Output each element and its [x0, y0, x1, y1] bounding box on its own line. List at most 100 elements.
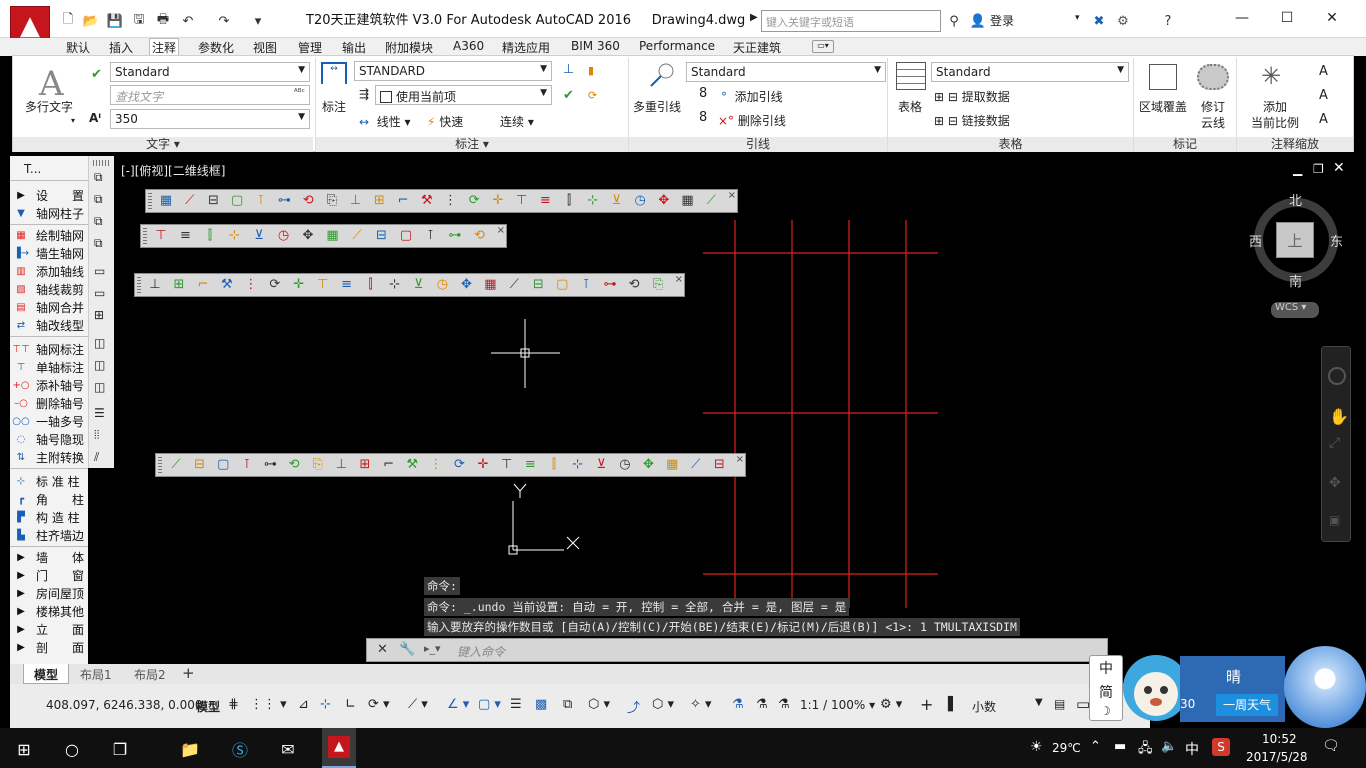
tray-expand-icon[interactable]: ⌃ [1090, 739, 1101, 754]
toolbar-grip-icon[interactable] [158, 457, 162, 473]
remove-leader-button[interactable]: ×° 删除引线 [718, 112, 786, 129]
ime-simplified-mode[interactable]: 简 [1099, 682, 1113, 702]
find-text-input[interactable]: 查找文字 ᴬᴮᶜ [110, 85, 310, 105]
palette-item-draw-axis-grid[interactable]: ▦ 绘制轴网 [10, 226, 88, 244]
palette-item-merge-axis[interactable]: ▤ 轴网合并 [10, 298, 88, 316]
toolbar-tool-icon[interactable]: ▢ [398, 228, 414, 244]
multiline-text-button[interactable]: 多行文字 [25, 98, 73, 115]
toolbar-tool-icon[interactable]: ⚒ [404, 457, 420, 473]
toolbar-tool-icon[interactable]: ◷ [617, 457, 633, 473]
dimension-panel-title[interactable]: 标注 ▾ [316, 137, 628, 152]
palette-tool-4-icon[interactable]: ⧉ [94, 236, 103, 251]
palette-tool-6-icon[interactable]: ▭ [94, 286, 105, 300]
orbit-icon[interactable]: ✥ [1329, 475, 1341, 491]
help-icon[interactable]: ? [1158, 11, 1178, 31]
toolbar-tool-icon[interactable]: ⊹ [227, 228, 243, 244]
continue-dim-button[interactable]: 连续 ▾ [500, 113, 534, 130]
toolbar-grip-icon[interactable] [137, 277, 141, 293]
annotation-monitor-icon[interactable]: + [920, 695, 933, 714]
autodesk-360-icon[interactable]: ⚙ [1113, 11, 1133, 31]
toolbar-tool-icon[interactable]: ⚒ [219, 277, 235, 293]
scale-tool-1-icon[interactable]: A [1319, 64, 1328, 79]
add-scale-line-1[interactable]: 添加 [1263, 98, 1287, 115]
palette-item-add-axis-number[interactable]: +○ 添补轴号 [10, 376, 88, 394]
tab-addins[interactable]: 附加模块 [383, 39, 435, 56]
link-data-button[interactable]: ⊞ ⊟ 链接数据 [934, 112, 1010, 129]
units-dropdown-arrow-icon[interactable]: ▼ [1035, 697, 1043, 708]
palette-item-change-linetype[interactable]: ⇄ 轴改线型 [10, 316, 88, 334]
autocad-taskbar-button[interactable]: ▲ [322, 728, 356, 768]
toolbar-tool-icon[interactable]: ⊹ [585, 193, 601, 209]
tab-model[interactable]: 模型 [23, 664, 70, 684]
toolbar-tool-icon[interactable]: ▢ [215, 457, 231, 473]
text-style-dropdown[interactable]: Standard ▼ [110, 62, 310, 82]
snap-mode-icon[interactable]: ⋮⋮ ▾ [250, 697, 287, 712]
cortana-search-icon[interactable]: ○ [60, 737, 84, 761]
toolbar-tool-icon[interactable]: ⊻ [593, 457, 609, 473]
zoom-extents-icon[interactable]: ⤢ [1329, 435, 1340, 451]
linear-dim-button[interactable]: ↔ 线性 ▾ [359, 113, 411, 130]
toolbar-tool-icon[interactable]: ⎘ [310, 457, 326, 473]
dynamic-ucs-icon[interactable]: ⤴ [627, 697, 640, 716]
toolbar-tool-icon[interactable]: ◷ [434, 277, 450, 293]
toolbar-close-icon[interactable]: × [497, 225, 505, 236]
palette-tool-11-icon[interactable]: ☰ [94, 406, 105, 420]
toolbar-tool-icon[interactable]: ⊹ [387, 277, 403, 293]
pan-hand-icon[interactable]: ✋ [1329, 407, 1349, 426]
browser-icon[interactable]: Ⓢ [228, 737, 252, 761]
toolbar-tool-icon[interactable]: ✥ [641, 457, 657, 473]
toolbar-tool-icon[interactable]: ⟳ [466, 193, 482, 209]
revision-cloud-line-2[interactable]: 云线 [1201, 114, 1225, 131]
palette-group-door-window[interactable]: ▶ 门 窗 [10, 566, 88, 584]
viewport-minimize-icon[interactable]: ▁ [1293, 162, 1302, 176]
toolbar-tool-icon[interactable]: ✛ [490, 193, 506, 209]
task-view-icon[interactable]: ❐ [108, 737, 132, 761]
clock-time[interactable]: 10:52 [1262, 732, 1297, 746]
toolbar-tool-icon[interactable]: ⊶ [277, 193, 293, 209]
palette-item-multi-number[interactable]: ○○ 一轴多号 [10, 412, 88, 430]
coordinates-readout[interactable]: 408.097, 6246.338, 0.000 [46, 698, 203, 712]
tray-temperature[interactable]: 29℃ [1052, 741, 1081, 755]
leader-panel-title[interactable]: 引线 [629, 137, 887, 152]
toolbar-tool-icon[interactable]: ⊤ [315, 277, 331, 293]
viewcube-east[interactable]: 东 [1330, 231, 1343, 250]
toolbar-tool-icon[interactable]: ✥ [458, 277, 474, 293]
dimension-button[interactable]: 标注 [322, 98, 346, 115]
toolbar-close-icon[interactable]: × [728, 190, 736, 201]
palette-group-room-roof[interactable]: ▶ 房间屋顶 [10, 584, 88, 602]
save-as-icon[interactable]: 🖫 [129, 11, 149, 31]
multiline-text-dropdown-icon[interactable]: ▾ [71, 116, 75, 125]
maximize-window-button[interactable]: ☐ [1275, 8, 1299, 28]
minimize-window-button[interactable]: — [1230, 8, 1254, 28]
toolbar-tool-icon[interactable]: ▦ [325, 228, 341, 244]
tab-layout1[interactable]: 布局1 [74, 666, 118, 683]
palette-tool-10-icon[interactable]: ◫ [94, 380, 105, 394]
viewcube-west[interactable]: 西 [1249, 231, 1262, 250]
volume-icon[interactable]: 🔈 [1161, 739, 1177, 754]
palette-header[interactable]: T... [24, 162, 41, 176]
palette-item-hide-axis-number[interactable]: ◌ 轴号隐现 [10, 430, 88, 448]
tab-insert[interactable]: 插入 [107, 39, 135, 56]
selection-filter-icon[interactable]: ⬡ ▾ [652, 697, 674, 712]
tab-manage[interactable]: 管理 [296, 39, 324, 56]
toolbar-tool-icon[interactable]: ⎘ [650, 277, 666, 293]
ime-moon-icon[interactable]: ☽ [1100, 704, 1111, 718]
toolbar-tool-icon[interactable]: ⎘ [324, 193, 340, 209]
quick-properties-icon[interactable]: ▤ [1054, 697, 1065, 711]
viewport-restore-icon[interactable]: ❐ [1313, 162, 1324, 176]
annotation-scale-icon[interactable]: ⚗ [778, 697, 790, 712]
gizmo-icon[interactable]: ✧ ▾ [690, 697, 712, 712]
toolbar-tool-icon[interactable]: ✥ [300, 228, 316, 244]
toolbar-tool-icon[interactable]: ⊞ [357, 457, 373, 473]
palette-tool-9-icon[interactable]: ◫ [94, 358, 105, 372]
ortho-mode-icon[interactable]: ∟ [345, 697, 356, 712]
dim-tool-1-icon[interactable]: ⊥ [563, 62, 574, 77]
weekly-weather-button[interactable]: 一周天气 [1216, 694, 1278, 716]
viewcube-top-face[interactable]: 上 [1276, 222, 1314, 258]
redo-icon[interactable]: ↷ [214, 11, 234, 31]
exchange-apps-icon[interactable]: ✖ [1089, 11, 1109, 31]
toolbar-tool-icon[interactable]: ⊤ [153, 228, 169, 244]
toolbar-tool-icon[interactable]: ⟋ [168, 457, 184, 473]
dimension-icon[interactable]: ↔ [321, 62, 347, 84]
add-scale-icon[interactable]: ✳ [1261, 62, 1281, 90]
